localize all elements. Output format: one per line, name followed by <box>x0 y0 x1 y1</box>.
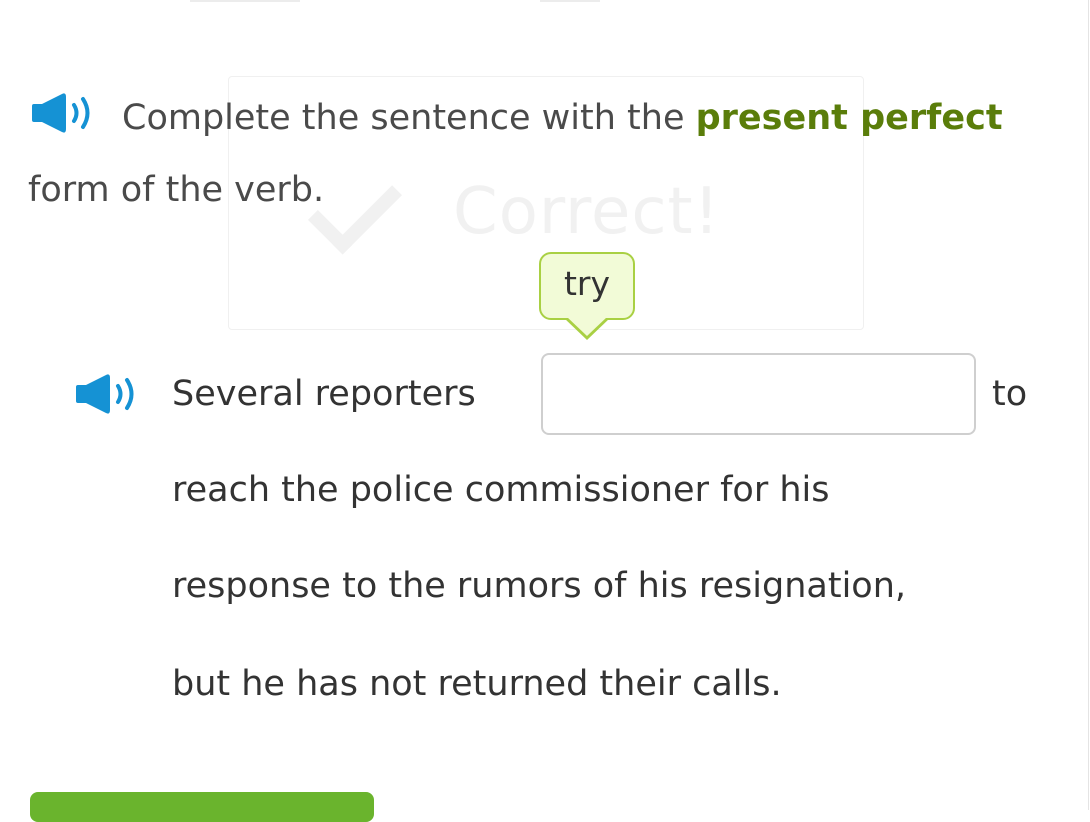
sentence-before: Several reporters <box>172 374 476 414</box>
instruction-text: Complete the sentence with the present p… <box>28 82 1028 226</box>
sentence-after: to <box>992 374 1028 414</box>
submit-button[interactable] <box>30 792 374 822</box>
sentence-line-3: response to the rumors of his resignatio… <box>172 566 907 606</box>
top-divider <box>190 0 300 2</box>
instruction-part2: form of the verb. <box>28 170 325 210</box>
top-divider <box>540 0 600 2</box>
speaker-icon[interactable] <box>72 373 142 415</box>
sentence-line-4: but he has not returned their calls. <box>172 664 782 704</box>
sentence-line-2: reach the police commissioner for his <box>172 470 830 510</box>
verb-chip-tail-fill <box>567 317 607 336</box>
instruction-part1: Complete the sentence with the <box>122 98 696 138</box>
answer-input[interactable] <box>541 353 976 435</box>
instruction-keyword: present perfect <box>695 98 1003 138</box>
verb-chip: try <box>539 252 635 320</box>
